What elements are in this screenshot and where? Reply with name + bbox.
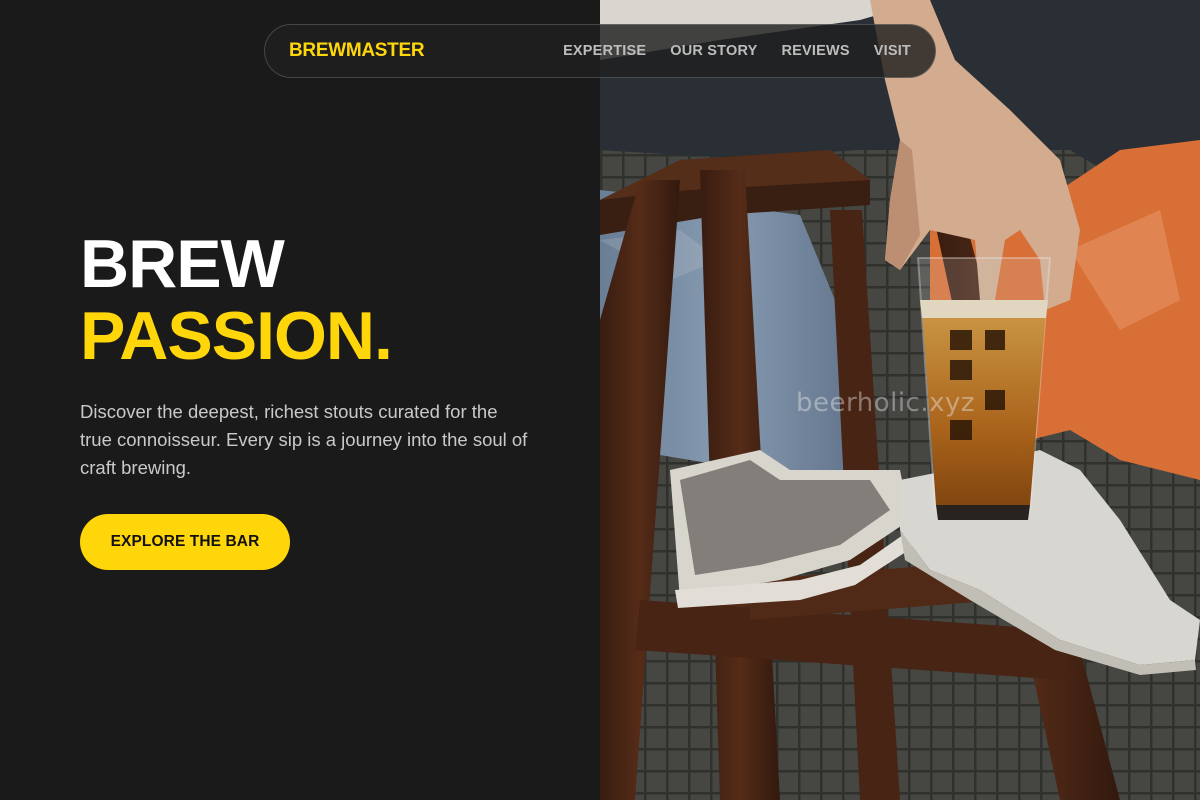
nav-link-reviews[interactable]: REVIEWS (781, 43, 849, 59)
nav-links: EXPERTISE OUR STORY REVIEWS VISIT (563, 43, 911, 59)
hero-photo: beerholic.xyz (600, 0, 1200, 800)
top-navbar: BREWMASTER EXPERTISE OUR STORY REVIEWS V… (264, 24, 936, 78)
nav-link-visit[interactable]: VISIT (874, 43, 911, 59)
hero-description: Discover the deepest, richest stouts cur… (80, 401, 528, 478)
photo-watermark: beerholic.xyz (796, 388, 976, 418)
brand-logo[interactable]: BREWMASTER (289, 40, 425, 62)
nav-link-our-story[interactable]: OUR STORY (670, 43, 757, 59)
hero-title-line2: PASSION. (80, 298, 393, 374)
explore-bar-button[interactable]: EXPLORE THE BAR (80, 514, 290, 570)
hero-title-line1: BREW (80, 226, 285, 302)
nav-link-expertise[interactable]: EXPERTISE (563, 43, 646, 59)
hero-title: BREW PASSION. (80, 226, 393, 374)
